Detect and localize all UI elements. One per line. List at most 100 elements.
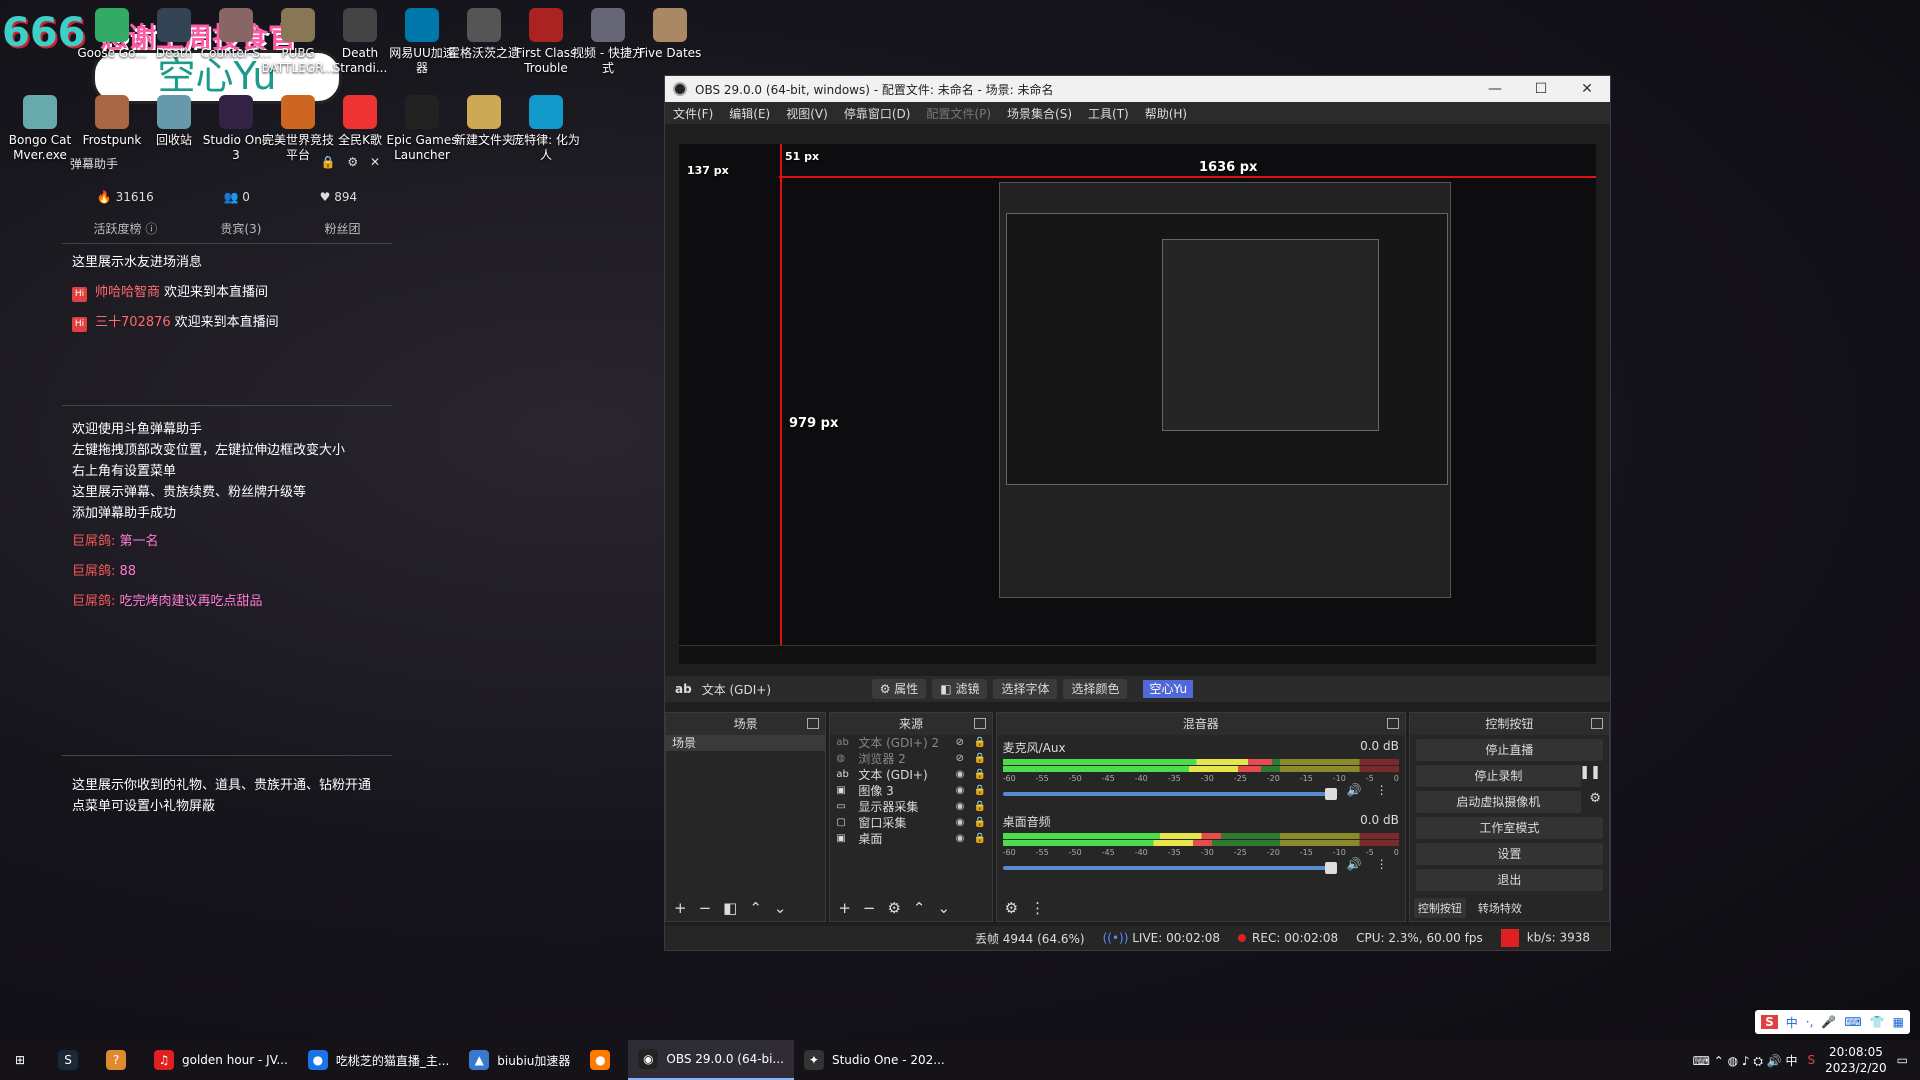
- desktop-icon[interactable]: Five Dates: [632, 8, 708, 61]
- start-button[interactable]: ⊞: [0, 1040, 48, 1080]
- visibility-eye-icon[interactable]: ⊘: [956, 735, 974, 751]
- source-item[interactable]: ▭ 显示器采集 ◉ 🔒: [830, 799, 991, 815]
- visibility-eye-icon[interactable]: ◉: [956, 815, 974, 831]
- popout-icon[interactable]: [973, 718, 986, 729]
- source-item[interactable]: ab 文本 (GDI+) 2 ⊘ 🔒: [830, 735, 991, 751]
- lock-icon[interactable]: 🔒: [974, 783, 992, 799]
- studio-mode-button[interactable]: 工作室模式: [1415, 817, 1603, 839]
- menu-item[interactable]: 停靠窗口(D): [836, 105, 919, 122]
- popout-icon[interactable]: [1591, 718, 1603, 729]
- visibility-eye-icon[interactable]: ⊘: [956, 751, 974, 767]
- popout-icon[interactable]: [807, 718, 820, 729]
- ime-button[interactable]: ⌨: [1844, 1015, 1861, 1029]
- stop-record-button[interactable]: 停止录制: [1415, 765, 1581, 787]
- taskbar-item[interactable]: ●: [580, 1040, 628, 1080]
- lock-icon[interactable]: 🔒: [974, 831, 992, 847]
- down-icon[interactable]: ⌄: [938, 899, 951, 917]
- clock[interactable]: 20:08:05 2023/2/20: [1825, 1044, 1887, 1076]
- select-font-button[interactable]: 选择字体: [993, 679, 1058, 699]
- source-item[interactable]: ab 文本 (GDI+) ◉ 🔒: [830, 767, 991, 783]
- menu-item[interactable]: 场景集合(S): [999, 105, 1080, 122]
- menu-dots-icon[interactable]: ⋮: [1030, 899, 1045, 917]
- obs-window[interactable]: OBS 29.0.0 (64-bit, windows) - 配置文件: 未命名…: [664, 75, 1611, 951]
- taskbar-item[interactable]: ◉ OBS 29.0.0 (64-bi...: [628, 1040, 794, 1080]
- ime-button[interactable]: ·,: [1806, 1015, 1814, 1029]
- minimize-button[interactable]: —: [1472, 81, 1518, 97]
- close-button[interactable]: ✕: [1564, 81, 1610, 97]
- tab-transitions[interactable]: 转场特效: [1478, 900, 1522, 916]
- taskbar-item[interactable]: ▲ biubiu加速器: [459, 1040, 580, 1080]
- remove-icon[interactable]: −: [863, 899, 876, 917]
- maximize-button[interactable]: ☐: [1518, 81, 1564, 97]
- visibility-eye-icon[interactable]: ◉: [956, 783, 974, 799]
- source-item[interactable]: ▣ 图像 3 ◉ 🔒: [830, 783, 991, 799]
- text-input[interactable]: 空心Yu: [1143, 680, 1194, 698]
- source-item[interactable]: ◍ 浏览器 2 ⊘ 🔒: [830, 751, 991, 767]
- gear-icon[interactable]: ⚙: [1005, 899, 1018, 917]
- ime-toolbar[interactable]: S 中 ·, 🎤 ⌨ 👕 ▦: [1755, 1010, 1910, 1034]
- title-bar[interactable]: OBS 29.0.0 (64-bit, windows) - 配置文件: 未命名…: [665, 76, 1610, 102]
- speaker-icon[interactable]: 🔊: [1347, 857, 1362, 871]
- gear-icon[interactable]: ⚙: [887, 899, 900, 917]
- add-icon[interactable]: +: [838, 899, 851, 917]
- tab-fans[interactable]: 粉丝团: [324, 220, 360, 237]
- source-item[interactable]: ▣ 桌面 ◉ 🔒: [830, 831, 991, 847]
- ime-button[interactable]: ▦: [1893, 1015, 1904, 1029]
- pause-icon[interactable]: ❚❚: [1579, 765, 1601, 780]
- ime-button[interactable]: 中: [1786, 1014, 1798, 1031]
- up-icon[interactable]: ⌃: [749, 899, 762, 917]
- lock-icon[interactable]: 🔒: [974, 751, 992, 767]
- taskbar-item[interactable]: ♫ golden hour - JV...: [144, 1040, 298, 1080]
- lock-icon[interactable]: 🔒: [974, 735, 992, 751]
- visibility-eye-icon[interactable]: ◉: [956, 831, 974, 847]
- filter-icon[interactable]: ◧: [723, 899, 737, 917]
- desktop-icon[interactable]: 庞特律: 化为人: [508, 95, 584, 163]
- preview-canvas[interactable]: 1636 px 979 px 137 px 51 px: [679, 144, 1596, 664]
- sogou-tray-icon[interactable]: S: [1808, 1053, 1816, 1067]
- virtual-camera-button[interactable]: 启动虚拟摄像机: [1415, 791, 1581, 813]
- taskbar-item[interactable]: ?: [96, 1040, 144, 1080]
- remove-icon[interactable]: −: [699, 899, 712, 917]
- tray-icons[interactable]: ⌨ ⌃ ◍ ♪ ⛭ 🔊 中: [1693, 1052, 1798, 1069]
- taskbar-item[interactable]: ● 吃桃芝的猫直播_主...: [298, 1040, 459, 1080]
- exit-button[interactable]: 退出: [1415, 869, 1603, 891]
- menu-item[interactable]: 配置文件(P): [918, 105, 999, 122]
- volume-slider[interactable]: [1002, 862, 1337, 874]
- select-color-button[interactable]: 选择颜色: [1063, 679, 1128, 699]
- lock-icon[interactable]: 🔒: [974, 767, 992, 783]
- danmaku-tools[interactable]: 🔒 ⚙ ✕: [321, 155, 384, 169]
- danmaku-panel[interactable]: 弹幕助手 🔒 ⚙ ✕ 🔥 31616 👥 0 ♥ 894 活跃度榜 ⓘ 贵宾(3…: [62, 155, 392, 845]
- volume-slider[interactable]: [1002, 788, 1337, 800]
- scene-item[interactable]: 场景: [666, 735, 826, 751]
- ime-button[interactable]: S: [1761, 1015, 1778, 1029]
- desktop-icon[interactable]: Bongo Cat Mver.exe: [2, 95, 78, 163]
- menu-item[interactable]: 编辑(E): [721, 105, 778, 122]
- menu-dots-icon[interactable]: ⋮: [1376, 783, 1388, 797]
- menu-item[interactable]: 文件(F): [665, 105, 721, 122]
- visibility-eye-icon[interactable]: ◉: [956, 799, 974, 815]
- ime-button[interactable]: 🎤: [1821, 1015, 1836, 1029]
- source-item[interactable]: ▢ 窗口采集 ◉ 🔒: [830, 815, 991, 831]
- add-icon[interactable]: +: [674, 899, 687, 917]
- tab-activity[interactable]: 活跃度榜 ⓘ: [94, 220, 158, 237]
- lock-icon[interactable]: 🔒: [974, 815, 992, 831]
- menu-dots-icon[interactable]: ⋮: [1376, 857, 1388, 871]
- settings-button[interactable]: 设置: [1415, 843, 1603, 865]
- ime-button[interactable]: 👕: [1870, 1015, 1885, 1029]
- visibility-eye-icon[interactable]: ◉: [956, 767, 974, 783]
- menu-item[interactable]: 帮助(H): [1137, 105, 1195, 122]
- taskbar-item[interactable]: ✦ Studio One - 202...: [794, 1040, 955, 1080]
- tab-vip[interactable]: 贵宾(3): [220, 220, 261, 237]
- taskbar-item[interactable]: S: [48, 1040, 96, 1080]
- up-icon[interactable]: ⌃: [913, 899, 926, 917]
- speaker-icon[interactable]: 🔊: [1347, 783, 1362, 797]
- lock-icon[interactable]: 🔒: [974, 799, 992, 815]
- gear-icon[interactable]: ⚙: [1589, 791, 1601, 806]
- menu-item[interactable]: 视图(V): [778, 105, 836, 122]
- popout-icon[interactable]: [1386, 718, 1399, 729]
- menu-item[interactable]: 工具(T): [1080, 105, 1137, 122]
- properties-button[interactable]: ⚙ 属性: [871, 679, 927, 699]
- down-icon[interactable]: ⌄: [774, 899, 787, 917]
- tab-controls[interactable]: 控制按钮: [1413, 898, 1466, 918]
- filters-button[interactable]: ◧ 滤镜: [932, 679, 988, 699]
